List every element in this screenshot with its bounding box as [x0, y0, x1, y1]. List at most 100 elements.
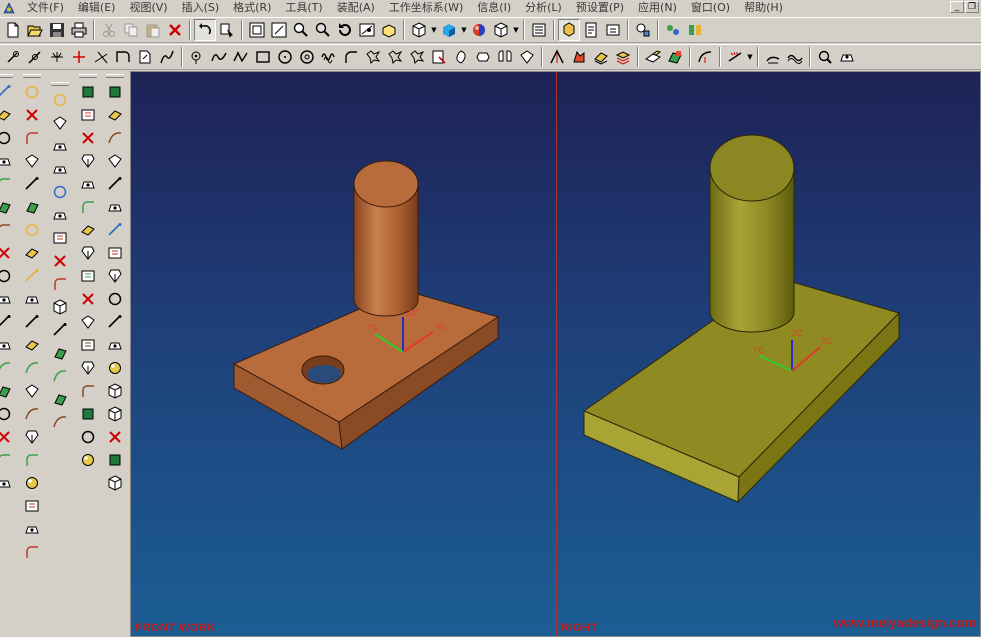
bridge-icon[interactable] — [494, 46, 516, 68]
dropdown-arrow-icon[interactable]: ▼ — [512, 19, 520, 41]
fillet-icon[interactable] — [340, 46, 362, 68]
replay-tool-icon[interactable] — [22, 517, 42, 540]
circle-tool-icon[interactable] — [0, 126, 14, 149]
section-surface-icon[interactable] — [78, 218, 98, 241]
right-view-icon[interactable] — [105, 149, 125, 172]
analysis2-icon[interactable] — [684, 19, 706, 41]
snap-intersect-icon[interactable] — [90, 46, 112, 68]
csys-icon[interactable] — [50, 134, 70, 157]
zoom-window-icon[interactable] — [268, 19, 290, 41]
line-tool-icon[interactable] — [0, 80, 14, 103]
snap-point-icon[interactable] — [68, 46, 90, 68]
surface-icon[interactable] — [78, 103, 98, 126]
mirror-tool-icon[interactable] — [0, 402, 14, 425]
cylinder-icon[interactable] — [78, 402, 98, 425]
face-select-icon[interactable] — [50, 157, 70, 180]
freeform-icon[interactable] — [78, 80, 98, 103]
tfr-iso-icon[interactable] — [105, 241, 125, 264]
save-icon[interactable] — [46, 19, 68, 41]
menu-assemblies[interactable]: 装配(A) — [330, 0, 382, 16]
trim-icon[interactable] — [406, 46, 428, 68]
boss-tool-icon[interactable] — [22, 195, 42, 218]
spline-icon[interactable] — [208, 46, 230, 68]
project-icon[interactable] — [516, 46, 538, 68]
arc-icon[interactable] — [694, 46, 716, 68]
perspective-icon[interactable] — [378, 19, 400, 41]
measure-icon[interactable] — [632, 19, 654, 41]
edge-select-icon[interactable] — [50, 180, 70, 203]
view-section-icon[interactable] — [105, 425, 125, 448]
tube-tool-icon[interactable] — [22, 172, 42, 195]
datum-axis-icon[interactable] — [50, 111, 70, 134]
mirror3d-tool-icon[interactable] — [22, 471, 42, 494]
modeling-app-icon[interactable] — [558, 19, 580, 41]
menu-wcs[interactable]: 工作坐标系(W) — [382, 0, 470, 16]
ellipse-tool-icon[interactable] — [0, 241, 14, 264]
blend-tool-icon[interactable] — [22, 402, 42, 425]
delete-feature-icon[interactable] — [22, 494, 42, 517]
chamfer-tool-icon[interactable] — [0, 172, 14, 195]
bridge-surface-icon[interactable] — [78, 241, 98, 264]
rectangle-icon[interactable] — [252, 46, 274, 68]
restore-icon[interactable]: ❐ — [965, 1, 979, 13]
zoom-icon[interactable] — [290, 19, 312, 41]
spline-tool-icon[interactable] — [0, 264, 14, 287]
layer-settings-icon[interactable] — [528, 19, 550, 41]
block-icon[interactable] — [78, 379, 98, 402]
cone-icon[interactable] — [78, 425, 98, 448]
snap-mid-icon[interactable] — [24, 46, 46, 68]
paint-icon[interactable] — [664, 46, 686, 68]
studio-icon[interactable] — [105, 379, 125, 402]
viewport-right[interactable]: ZC YC XC RIGHT www.meiyadesign.com — [557, 72, 981, 637]
copy-icon[interactable] — [120, 19, 142, 41]
select-icon[interactable] — [216, 19, 238, 41]
section-icon[interactable] — [568, 46, 590, 68]
snap-tool-icon[interactable] — [50, 318, 70, 341]
hidden-line-icon[interactable] — [105, 333, 125, 356]
polyline-icon[interactable] — [230, 46, 252, 68]
part-model-right[interactable]: ZC YC XC — [557, 72, 981, 637]
menu-file[interactable]: 文件(F) — [20, 0, 71, 16]
feature-select-icon[interactable] — [50, 226, 70, 249]
dropdown-arrow-icon[interactable]: ▼ — [746, 46, 754, 68]
delete-icon[interactable] — [164, 19, 186, 41]
project-tool-icon[interactable] — [0, 425, 14, 448]
menu-application[interactable]: 应用(N) — [631, 0, 684, 16]
hole-tool-icon[interactable] — [22, 310, 42, 333]
sketch-tool-icon[interactable] — [22, 80, 42, 103]
part-model-left[interactable]: ZC YC XC — [131, 72, 556, 637]
open-file-icon[interactable] — [24, 19, 46, 41]
axis-tool-icon[interactable] — [50, 387, 70, 410]
offset-tool-icon[interactable] — [0, 287, 14, 310]
pattern-tool-icon[interactable] — [22, 448, 42, 471]
color-ball-icon[interactable] — [468, 19, 490, 41]
menu-help[interactable]: 帮助(H) — [737, 0, 790, 16]
render-cube-icon[interactable] — [438, 19, 460, 41]
back-view-icon[interactable] — [105, 218, 125, 241]
layer-tool-icon[interactable] — [50, 410, 70, 433]
extend-icon[interactable] — [428, 46, 450, 68]
fit-icon[interactable] — [246, 19, 268, 41]
swept-icon[interactable] — [78, 195, 98, 218]
pan-icon[interactable] — [312, 19, 334, 41]
rect-tool-icon[interactable] — [0, 195, 14, 218]
toolbar-grip[interactable] — [79, 74, 97, 78]
analysis-icon[interactable] — [662, 19, 684, 41]
trim-surface-icon[interactable] — [78, 287, 98, 310]
new-file-icon[interactable] — [2, 19, 24, 41]
edit-feature-icon[interactable] — [22, 540, 42, 563]
info-icon[interactable] — [602, 19, 624, 41]
ellipse-icon[interactable] — [296, 46, 318, 68]
datum-plane-icon[interactable] — [50, 88, 70, 111]
tfr-tri-icon[interactable] — [105, 264, 125, 287]
rib-tool-icon[interactable] — [22, 333, 42, 356]
curve-icon[interactable] — [784, 46, 806, 68]
join-tool-icon[interactable] — [0, 379, 14, 402]
zoom-fit-icon[interactable] — [105, 448, 125, 471]
bridge-tool-icon[interactable] — [0, 471, 14, 494]
sphere-icon[interactable] — [78, 448, 98, 471]
chamfer3d-tool-icon[interactable] — [22, 425, 42, 448]
dimension-icon[interactable] — [724, 46, 746, 68]
sketch-icon[interactable] — [762, 46, 784, 68]
pocket-tool-icon[interactable] — [22, 218, 42, 241]
